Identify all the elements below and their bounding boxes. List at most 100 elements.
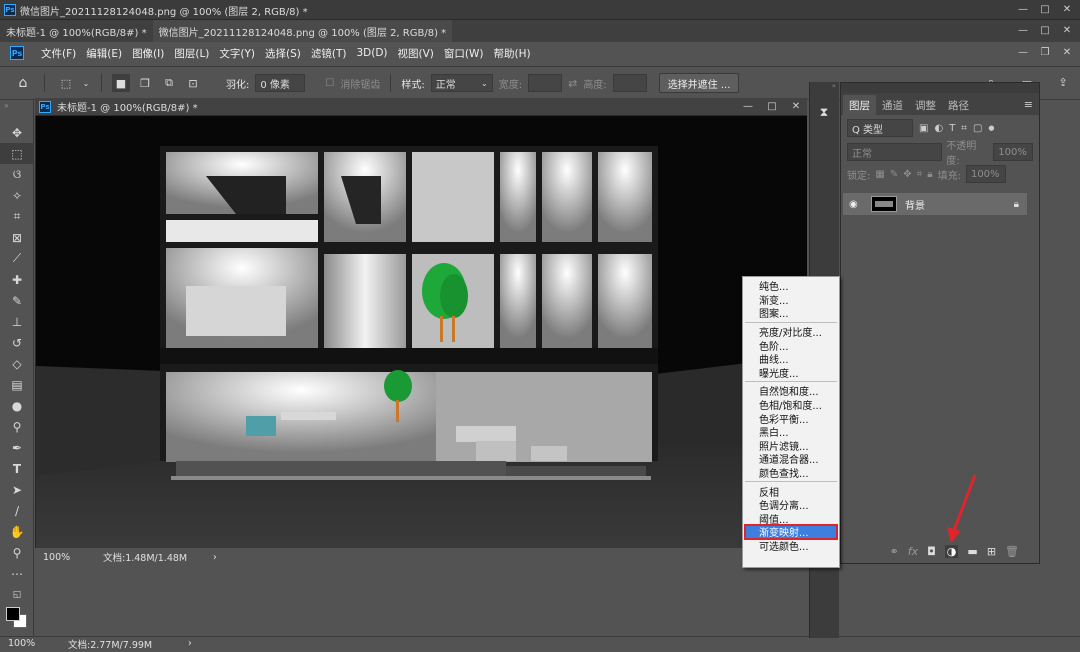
add-selection-icon[interactable]: ❐: [136, 74, 154, 92]
menu-item-selective-color[interactable]: 可选颜色...: [743, 539, 839, 553]
menu-item-curves[interactable]: 曲线...: [743, 352, 839, 366]
menu-item-color-balance[interactable]: 色彩平衡...: [743, 411, 839, 426]
move-tool-icon[interactable]: ✥: [0, 122, 34, 143]
status-arrow-icon[interactable]: ›: [188, 638, 192, 649]
antialias-checkbox-icon[interactable]: ☐: [325, 78, 334, 89]
width-input[interactable]: [528, 74, 563, 92]
intersect-selection-icon[interactable]: ⊡: [184, 74, 202, 92]
lasso-tool-icon[interactable]: ଓ: [0, 164, 34, 185]
menu-item-photo-filter[interactable]: 照片滤镜...: [743, 439, 839, 453]
menu-type[interactable]: 文字(Y): [214, 46, 260, 61]
subtract-selection-icon[interactable]: ⧉: [160, 74, 178, 92]
menu-item-gradient[interactable]: 渐变...: [743, 293, 839, 307]
frame-tool-icon[interactable]: ⊠: [0, 227, 34, 248]
delete-layer-icon[interactable]: 🗑︎: [1005, 545, 1019, 558]
close-icon[interactable]: ✕: [1060, 2, 1074, 16]
tab-adjustments[interactable]: 调整: [909, 95, 942, 115]
status-arrow-icon[interactable]: ›: [213, 552, 217, 563]
window-tab-file[interactable]: Ps 微信图片_20211128124048.png @ 100% (图层 2,…: [0, 0, 314, 20]
crop-tool-icon[interactable]: ⌗: [0, 206, 34, 227]
chevron-down-icon[interactable]: ⌄: [81, 74, 91, 92]
menu-image[interactable]: 图像(I): [127, 46, 169, 61]
maximize-icon[interactable]: □: [1038, 2, 1052, 16]
adjustment-layer-icon[interactable]: ◑: [944, 544, 959, 558]
layer-filter-select[interactable]: Q 类型: [847, 119, 913, 137]
new-group-icon[interactable]: ▬: [967, 545, 977, 558]
menu-item-brightness-contrast[interactable]: 亮度/对比度...: [743, 325, 839, 339]
filter-adjustment-icon[interactable]: ◐: [934, 123, 943, 134]
default-colors-icon[interactable]: ◱: [0, 584, 34, 605]
filter-toggle-icon[interactable]: ●: [988, 124, 994, 132]
menu-item-exposure[interactable]: 曝光度...: [743, 366, 839, 380]
filter-shape-icon[interactable]: ⌗: [961, 123, 967, 134]
zoom-level[interactable]: 100%: [8, 638, 68, 649]
gradient-tool-icon[interactable]: ▤: [0, 374, 34, 395]
menu-view[interactable]: 视图(V): [393, 46, 439, 61]
menu-item-threshold[interactable]: 阈值...: [743, 512, 839, 526]
menu-file[interactable]: 文件(F): [36, 46, 81, 61]
history-panel-icon[interactable]: ⧗: [814, 102, 834, 122]
tab-layers[interactable]: 图层: [843, 95, 876, 115]
new-selection-icon[interactable]: ■: [112, 74, 130, 92]
close-icon[interactable]: ✕: [1060, 23, 1074, 37]
marquee-tool-preset-icon[interactable]: ⬚: [57, 74, 75, 92]
filter-pixel-icon[interactable]: ▣: [919, 123, 928, 134]
menu-item-pattern[interactable]: 图案...: [743, 306, 839, 320]
menu-window[interactable]: 窗口(W): [439, 46, 489, 61]
document-canvas[interactable]: [36, 116, 807, 548]
fx-icon[interactable]: fx: [908, 545, 918, 558]
menu-item-invert[interactable]: 反相: [743, 484, 839, 499]
maximize-icon[interactable]: □: [1038, 23, 1052, 37]
feather-input[interactable]: 0 像素: [255, 74, 306, 92]
menu-item-levels[interactable]: 色阶...: [743, 338, 839, 353]
add-mask-icon[interactable]: ◘: [927, 545, 936, 558]
home-icon[interactable]: ⌂: [14, 74, 32, 92]
doc-tab-untitled[interactable]: 未标题-1 @ 100%(RGB/8#) *: [0, 20, 153, 42]
doc-tab-wechat[interactable]: 微信图片_20211128124048.png @ 100% (图层 2, RG…: [152, 20, 453, 42]
menu-item-channel-mixer[interactable]: 通道混合器...: [743, 452, 839, 466]
lock-position-icon[interactable]: ✥: [903, 169, 911, 180]
collapse-icon[interactable]: »: [810, 82, 839, 92]
menu-item-vibrance[interactable]: 自然饱和度...: [743, 384, 839, 398]
magic-wand-tool-icon[interactable]: ✧: [0, 185, 34, 206]
visibility-eye-icon[interactable]: ◉: [849, 199, 863, 210]
clone-stamp-tool-icon[interactable]: ⊥: [0, 311, 34, 332]
new-layer-icon[interactable]: ⊞: [987, 545, 996, 558]
filter-type-icon[interactable]: T: [949, 123, 955, 134]
line-tool-icon[interactable]: ∕: [0, 500, 34, 521]
blur-tool-icon[interactable]: ●: [0, 395, 34, 416]
menu-filter[interactable]: 滤镜(T): [306, 46, 352, 61]
height-input[interactable]: [612, 74, 647, 92]
menu-select[interactable]: 选择(S): [260, 46, 306, 61]
eyedropper-tool-icon[interactable]: ⟋: [0, 248, 34, 269]
menu-item-color-lookup[interactable]: 颜色查找...: [743, 466, 839, 480]
select-and-mask-button[interactable]: 选择并遮住 ...: [658, 73, 740, 93]
layer-name[interactable]: 背景: [905, 197, 925, 212]
foreground-color-swatch[interactable]: [6, 607, 20, 621]
minimize-icon[interactable]: —: [1016, 23, 1030, 37]
close-icon[interactable]: ✕: [789, 100, 803, 114]
swap-icon[interactable]: ⇄: [568, 77, 577, 90]
hand-tool-icon[interactable]: ✋: [0, 521, 34, 542]
layer-lock-icon[interactable]: 🔒︎: [1014, 199, 1019, 210]
lock-artboard-icon[interactable]: ⌗: [917, 169, 923, 180]
opacity-input[interactable]: 100%: [993, 143, 1033, 161]
brush-tool-icon[interactable]: ✎: [0, 290, 34, 311]
menu-item-gradient-map[interactable]: 渐变映射...: [744, 524, 838, 540]
menu-item-posterize[interactable]: 色调分离...: [743, 498, 839, 512]
healing-brush-tool-icon[interactable]: ✚: [0, 269, 34, 290]
type-tool-icon[interactable]: T: [0, 458, 34, 479]
toolbar-grip[interactable]: »: [0, 100, 33, 122]
menu-item-solid-color[interactable]: 纯色...: [743, 279, 839, 293]
rectangular-marquee-tool-icon[interactable]: ⬚: [0, 143, 34, 164]
tab-paths[interactable]: 路径: [942, 95, 975, 115]
lock-all-icon[interactable]: 🔒︎: [927, 169, 932, 180]
restore-icon[interactable]: ❐: [1038, 45, 1052, 59]
pen-tool-icon[interactable]: ✒: [0, 437, 34, 458]
more-tools-icon[interactable]: ⋯: [0, 563, 34, 584]
eraser-tool-icon[interactable]: ◇: [0, 353, 34, 374]
zoom-level[interactable]: 100%: [43, 552, 103, 563]
share-icon[interactable]: ⇪: [1054, 73, 1072, 91]
minimize-icon[interactable]: —: [1016, 2, 1030, 16]
menu-item-black-white[interactable]: 黑白...: [743, 425, 839, 439]
